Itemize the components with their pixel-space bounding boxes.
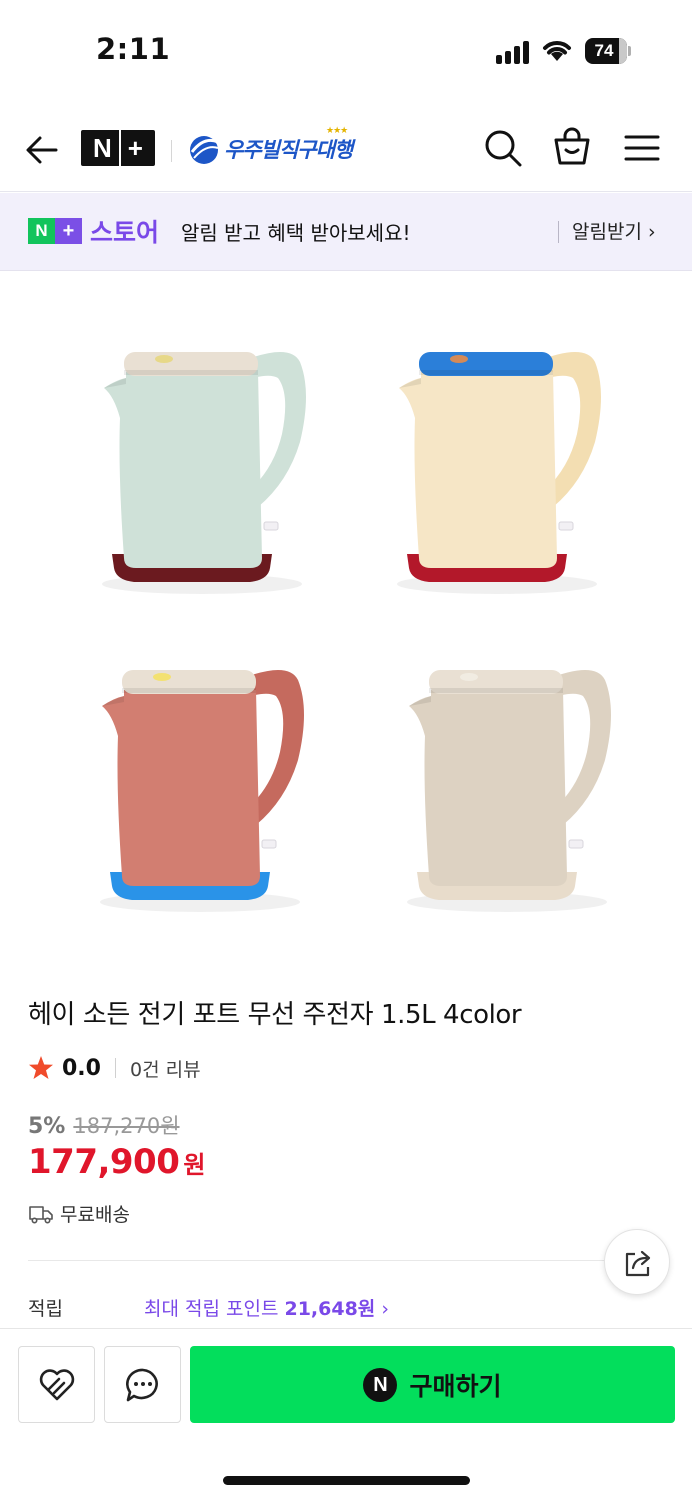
status-bar: 2:11 74 [0, 0, 692, 100]
beige-kettle-image [407, 670, 611, 912]
logo-plus: + [127, 132, 143, 163]
nplus-badge: N + [28, 218, 82, 244]
badge-n: N [28, 218, 55, 244]
store-alert-banner: N + 스토어 알림 받고 혜택 받아보세요! 알림받기 › [0, 193, 692, 271]
bottom-action-bar: N 구매하기 [0, 1328, 692, 1500]
battery-level: 74 [594, 41, 614, 60]
share-icon [625, 1250, 651, 1277]
sale-price: 177,900 [28, 1142, 180, 1182]
banner-store-label: 스토어 [90, 218, 160, 247]
discount-rate: 5% [28, 1114, 66, 1139]
price-row: 177,900 원 [28, 1142, 205, 1182]
share-button[interactable] [604, 1229, 670, 1295]
banner-divider [558, 221, 559, 243]
store-logo-icon [190, 136, 219, 164]
hamburger-menu-icon[interactable] [624, 134, 660, 162]
terracotta-kettle-image [100, 670, 304, 912]
star-icon [29, 1056, 53, 1079]
wifi-icon [543, 41, 571, 61]
shipping-text: 무료배송 [60, 1204, 130, 1226]
price-currency: 원 [183, 1151, 206, 1179]
points-prefix: 최대 적립 포인트 [144, 1298, 285, 1320]
original-price: 187,270원 [73, 1114, 180, 1138]
product-title: 헤이 소든 전기 포트 무선 주전자 1.5L 4color [28, 1000, 522, 1030]
shopping-bag-icon[interactable] [553, 126, 591, 166]
section-divider [28, 1260, 664, 1261]
logo-n: N [93, 132, 112, 163]
points-amount: 21,648원 [284, 1298, 376, 1320]
battery-icon: 74 [585, 38, 631, 64]
status-time: 2:11 [96, 32, 171, 66]
review-count[interactable]: 0건 리뷰 [130, 1055, 201, 1082]
cream-kettle-image [397, 352, 601, 594]
back-arrow-icon[interactable] [24, 132, 60, 168]
mint-kettle-image [102, 352, 306, 594]
talk-talk-button[interactable] [104, 1346, 181, 1423]
heart-icon [39, 1369, 75, 1401]
chat-bubble-icon [126, 1368, 158, 1402]
top-navigation: N + 우주빌직구대행 ★★★ [0, 108, 692, 192]
points-label: 적립 [28, 1298, 63, 1320]
rating-divider [114, 1058, 116, 1078]
store-name[interactable]: 우주빌직구대행 [224, 134, 353, 164]
rating-row[interactable]: 0.0 0건 리뷰 [28, 1053, 201, 1083]
badge-plus: + [55, 218, 82, 244]
rating-value: 0.0 [62, 1055, 101, 1081]
banner-message: 알림 받고 혜택 받아보세요! [181, 221, 411, 245]
npay-icon: N [363, 1367, 398, 1402]
wishlist-button[interactable] [18, 1346, 95, 1423]
product-image-gallery[interactable] [0, 272, 692, 944]
naver-plus-store-logo[interactable]: N + [81, 130, 155, 166]
search-icon[interactable] [484, 129, 522, 167]
cellular-signal-icon [496, 40, 532, 64]
delivery-truck-icon [29, 1205, 53, 1224]
header-divider [171, 140, 172, 162]
shipping-row: 무료배송 [28, 1200, 130, 1227]
points-arrow: › [375, 1298, 389, 1320]
buy-label: 구매하기 [409, 1371, 502, 1401]
store-stars: ★★★ [326, 126, 348, 136]
home-indicator [223, 1476, 470, 1485]
get-notifications-link[interactable]: 알림받기 › [572, 217, 656, 244]
max-points-link[interactable]: 최대 적립 포인트 21,648원 › [144, 1294, 389, 1321]
buy-now-button[interactable]: N 구매하기 [190, 1346, 675, 1423]
discount-row: 5% 187,270원 [28, 1110, 180, 1140]
